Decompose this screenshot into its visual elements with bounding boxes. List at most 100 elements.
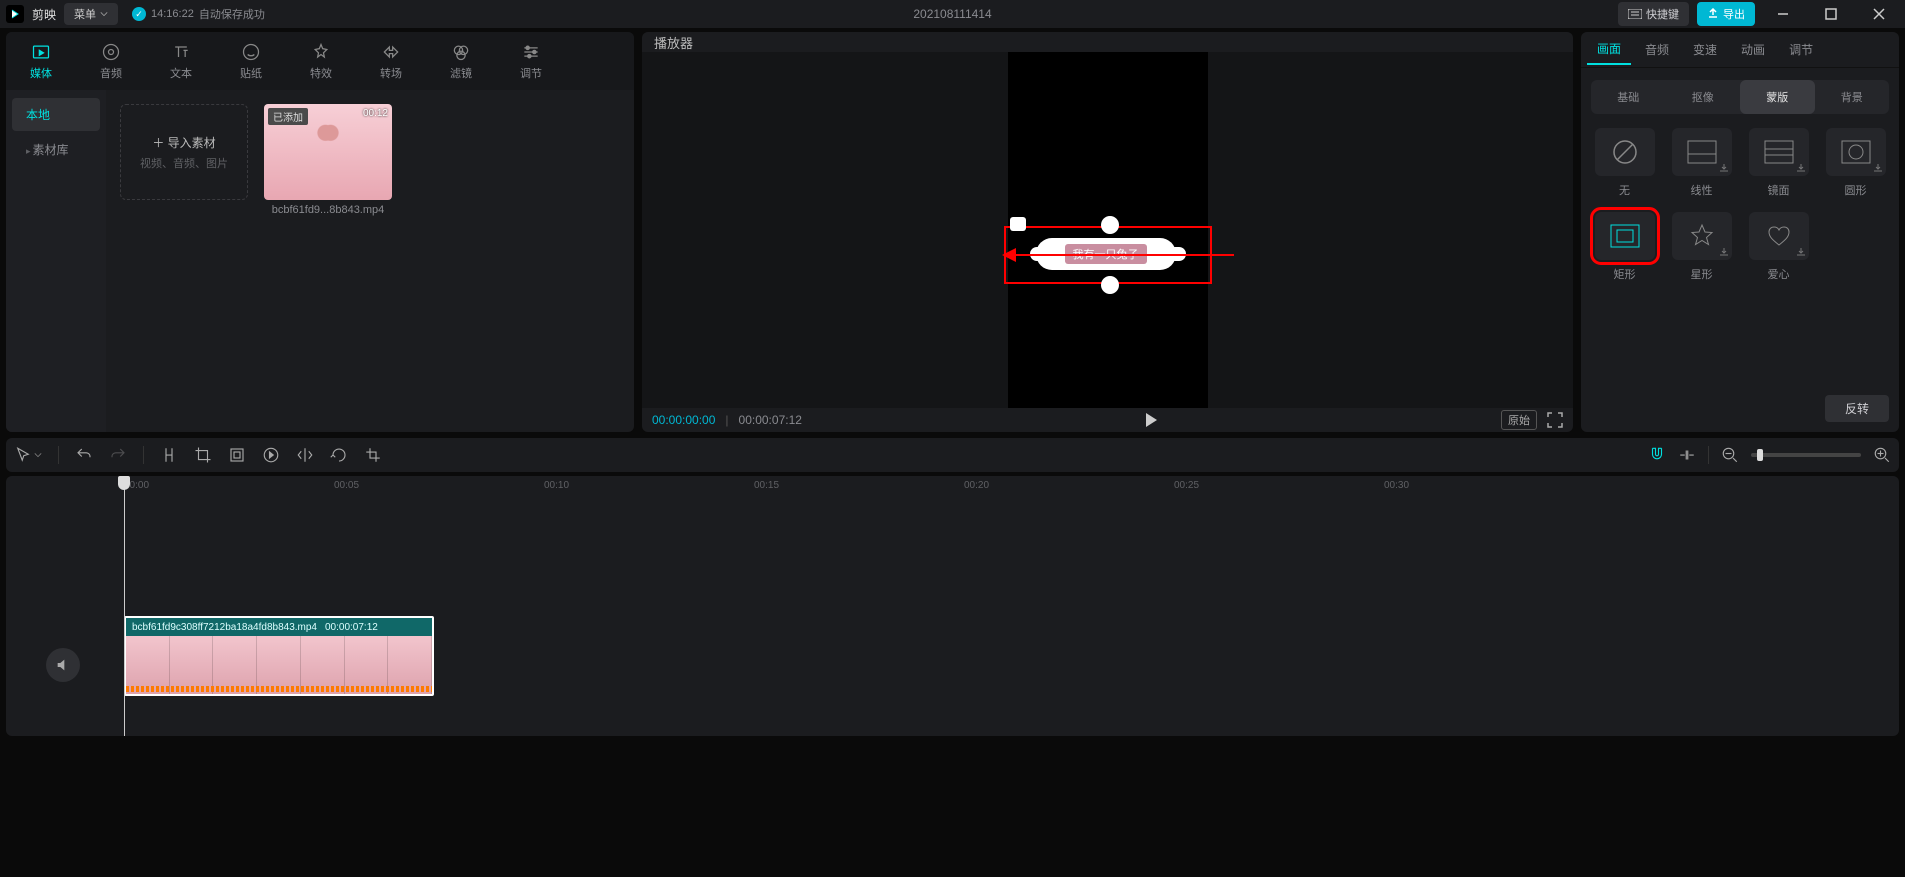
clip-filename: bcbf61fd9...8b843.mp4 <box>264 204 392 216</box>
close-button[interactable] <box>1859 0 1899 28</box>
mask-mirror[interactable]: 镜面 <box>1745 128 1812 198</box>
sticker-icon <box>241 42 261 62</box>
inspector-subtabs: 基础 抠像 蒙版 背景 <box>1591 80 1889 114</box>
download-icon <box>1719 247 1729 257</box>
mask-rect[interactable]: 矩形 <box>1591 212 1658 282</box>
playhead[interactable] <box>124 476 125 736</box>
media-icon <box>31 42 51 62</box>
rotate-handle[interactable] <box>1010 217 1026 231</box>
sidebar-local[interactable]: 本地 <box>12 98 100 131</box>
shortcuts-label: 快捷键 <box>1646 6 1679 22</box>
menu-dropdown[interactable]: 菜单 <box>64 3 118 25</box>
tab-adjust[interactable]: 调节 <box>496 32 566 90</box>
pointer-tool[interactable] <box>14 446 42 464</box>
zoom-slider[interactable] <box>1751 453 1861 457</box>
maximize-button[interactable] <box>1811 0 1851 28</box>
crop2-button[interactable] <box>364 446 382 464</box>
play-icon <box>1144 412 1158 428</box>
subtab-basic[interactable]: 基础 <box>1591 80 1666 114</box>
timeline[interactable]: 00:00 00:05 00:10 00:15 00:20 00:25 00:3… <box>6 476 1899 736</box>
adjust-icon <box>521 42 541 62</box>
rtab-anim[interactable]: 动画 <box>1731 35 1775 64</box>
project-title: 202108111414 <box>913 7 991 21</box>
heart-icon <box>1765 222 1793 250</box>
reverse-button[interactable] <box>262 446 280 464</box>
plus-icon: ＋ 导入素材 <box>152 134 215 151</box>
sidebar-library[interactable]: ▸素材库 <box>12 133 100 166</box>
top-handle[interactable] <box>1101 216 1119 234</box>
mask-grid: 无 线性 镜面 圆形 矩形 星形 <box>1581 114 1899 296</box>
media-grid: ＋ 导入素材 视频、音频、图片 已添加 00:12 bcbf61fd9...8b… <box>106 90 634 432</box>
video-canvas[interactable]: 我有一只兔子 <box>1008 52 1208 408</box>
chevron-down-icon <box>34 451 42 459</box>
subtab-mask[interactable]: 蒙版 <box>1740 80 1815 114</box>
rtab-adjust[interactable]: 调节 <box>1779 35 1823 64</box>
mirror-icon <box>1763 139 1795 165</box>
tab-filter[interactable]: 滤镜 <box>426 32 496 90</box>
keyboard-icon <box>1628 9 1642 19</box>
ruler-tick: 00:10 <box>544 480 569 491</box>
tab-label: 转场 <box>380 65 402 81</box>
circle-icon <box>1840 139 1872 165</box>
tab-transition[interactable]: 转场 <box>356 32 426 90</box>
player-canvas-area[interactable]: 我有一只兔子 <box>642 52 1573 408</box>
rtab-audio[interactable]: 音频 <box>1635 35 1679 64</box>
invert-button[interactable]: 反转 <box>1825 395 1889 422</box>
tab-audio[interactable]: 音频 <box>76 32 146 90</box>
rtab-picture[interactable]: 画面 <box>1587 34 1631 65</box>
added-badge: 已添加 <box>268 108 308 125</box>
track-mute-button[interactable] <box>46 648 80 682</box>
clip-thumbnail[interactable]: 已添加 00:12 <box>264 104 392 200</box>
rotate-button[interactable] <box>330 446 348 464</box>
subtab-bg[interactable]: 背景 <box>1815 80 1890 114</box>
tab-label: 音频 <box>100 65 122 81</box>
split-button[interactable] <box>160 446 178 464</box>
player-controls: 00:00:00:00 | 00:00:07:12 原始 <box>642 408 1573 432</box>
linkage-button[interactable] <box>1678 446 1696 464</box>
magnet-button[interactable] <box>1648 446 1666 464</box>
transition-icon <box>381 42 401 62</box>
tab-sticker[interactable]: 贴纸 <box>216 32 286 90</box>
mask-heart[interactable]: 爱心 <box>1745 212 1812 282</box>
timeline-ruler[interactable]: 00:00 00:05 00:10 00:15 00:20 00:25 00:3… <box>124 476 1899 500</box>
tab-media[interactable]: 媒体 <box>6 32 76 90</box>
mask-linear[interactable]: 线性 <box>1668 128 1735 198</box>
undo-button[interactable] <box>75 446 93 464</box>
timeline-clip[interactable]: bcbf61fd9c308ff7212ba18a4fd8b843.mp4 00:… <box>124 616 434 696</box>
crop-button[interactable] <box>194 446 212 464</box>
app-logo <box>6 5 24 23</box>
subtab-cutout[interactable]: 抠像 <box>1666 80 1741 114</box>
mask-circle[interactable]: 圆形 <box>1822 128 1889 198</box>
zoom-in-button[interactable] <box>1873 446 1891 464</box>
menu-label: 菜单 <box>74 6 96 22</box>
chevron-right-icon: ▸ <box>26 146 31 156</box>
mask-star[interactable]: 星形 <box>1668 212 1735 282</box>
media-clip[interactable]: 已添加 00:12 bcbf61fd9...8b843.mp4 <box>264 104 392 216</box>
bottom-handle[interactable] <box>1101 276 1119 294</box>
aspect-original[interactable]: 原始 <box>1501 410 1537 430</box>
text-icon <box>171 42 191 62</box>
mask-none[interactable]: 无 <box>1591 128 1658 198</box>
download-icon <box>1796 163 1806 173</box>
tab-label: 贴纸 <box>240 65 262 81</box>
save-time: 14:16:22 <box>151 8 194 20</box>
shortcuts-button[interactable]: 快捷键 <box>1618 2 1689 26</box>
freeze-button[interactable] <box>228 446 246 464</box>
zoom-out-button[interactable] <box>1721 446 1739 464</box>
redo-button[interactable] <box>109 446 127 464</box>
tab-effect[interactable]: 特效 <box>286 32 356 90</box>
play-button[interactable] <box>1144 412 1158 428</box>
top-tab-bar: 媒体 音频 文本 贴纸 特效 转场 <box>6 32 634 90</box>
minimize-button[interactable] <box>1763 0 1803 28</box>
autosave-status: ✓ 14:16:22 自动保存成功 <box>132 6 265 22</box>
rtab-speed[interactable]: 变速 <box>1683 35 1727 64</box>
tab-label: 调节 <box>520 65 542 81</box>
titlebar: 剪映 菜单 ✓ 14:16:22 自动保存成功 202108111414 快捷键… <box>0 0 1905 28</box>
fullscreen-button[interactable] <box>1547 412 1563 428</box>
rect-icon <box>1609 223 1641 249</box>
tab-label: 媒体 <box>30 65 52 81</box>
mirror-button[interactable] <box>296 446 314 464</box>
tab-text[interactable]: 文本 <box>146 32 216 90</box>
import-button[interactable]: ＋ 导入素材 视频、音频、图片 <box>120 104 248 200</box>
export-button[interactable]: 导出 <box>1697 2 1755 26</box>
